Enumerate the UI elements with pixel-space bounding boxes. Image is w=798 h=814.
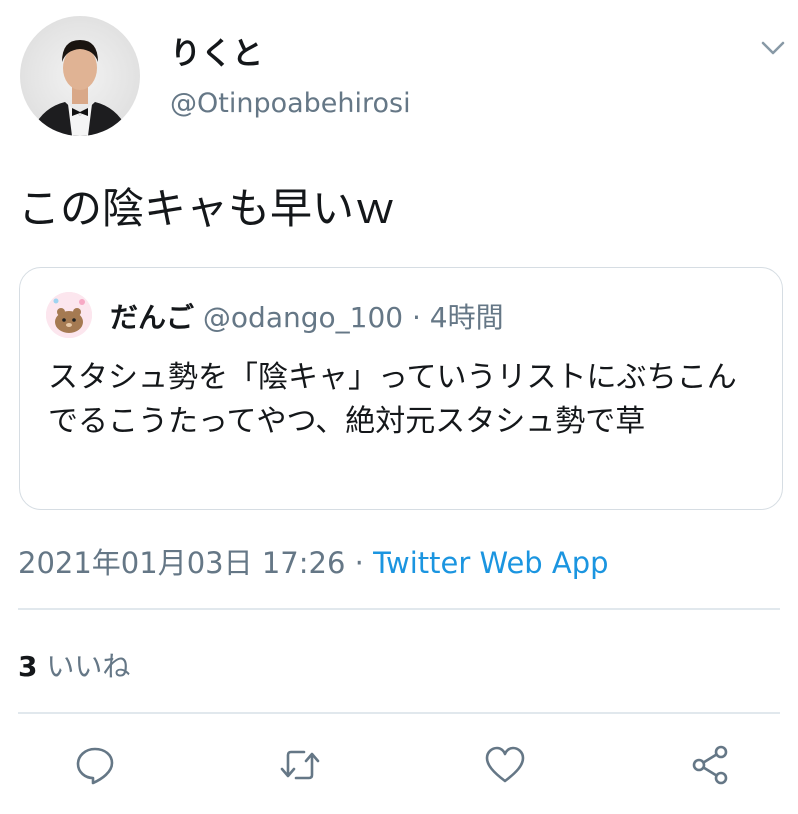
retweet-icon: [280, 750, 320, 780]
likes-stat[interactable]: 3 いいね: [18, 645, 130, 685]
reply-button[interactable]: [70, 740, 120, 790]
tweet-meta: 2021年01月03日 17:26 · Twitter Web App: [18, 540, 609, 582]
meta-separator: ·: [345, 546, 374, 580]
avatar-photo: [30, 40, 130, 136]
divider: [18, 712, 780, 714]
quoted-tweet-card[interactable]: だんご @odango_100 · 4時間 スタシュ勢を「陰キャ」っていうリスト…: [19, 267, 783, 510]
likes-count: 3: [18, 650, 38, 683]
author-handle[interactable]: @Otinpoabehirosi: [170, 88, 411, 119]
share-icon: [692, 745, 728, 785]
quoted-tweet-text: スタシュ勢を「陰キャ」っていうリストにぶちこんでるこうたってやつ、絶対元スタシュ…: [48, 360, 737, 439]
chevron-down-icon[interactable]: [760, 38, 786, 58]
quoted-author-avatar: [46, 292, 92, 338]
timestamp: 2021年01月03日 17:26: [18, 546, 346, 580]
quoted-header: だんご @odango_100 · 4時間: [110, 296, 504, 336]
retweet-button[interactable]: [275, 740, 325, 790]
like-icon: [485, 746, 525, 783]
quoted-handle: @odango_100: [202, 301, 404, 334]
author-avatar[interactable]: [20, 16, 140, 136]
likes-label: いいね: [46, 650, 131, 683]
like-button[interactable]: [480, 740, 530, 790]
share-button[interactable]: [685, 740, 735, 790]
quoted-display-name: だんご: [110, 301, 195, 334]
quoted-time: · 4時間: [411, 301, 504, 334]
author-display-name[interactable]: りくと: [170, 28, 263, 73]
divider: [18, 608, 780, 610]
tweet-text: この陰キャも早いｗ: [18, 184, 397, 233]
source-link[interactable]: Twitter Web App: [373, 546, 609, 580]
reply-icon: [76, 747, 114, 785]
quoted-avatar-image: [46, 292, 92, 338]
